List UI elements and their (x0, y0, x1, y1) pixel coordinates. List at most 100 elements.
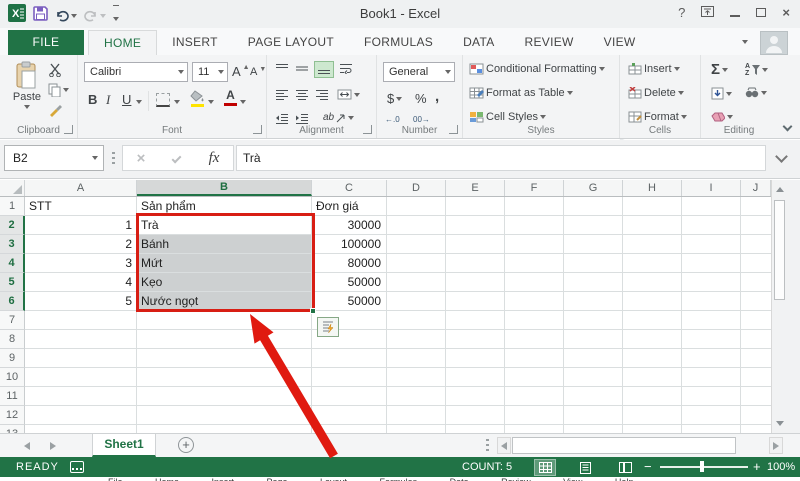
customize-qat-button[interactable] (113, 5, 119, 26)
tab-formulas[interactable]: FORMULAS (349, 30, 448, 55)
close-button[interactable]: × (782, 5, 790, 20)
zoom-slider-thumb[interactable] (700, 461, 704, 472)
cell-A13[interactable] (25, 425, 137, 433)
col-header-J[interactable]: J (741, 180, 771, 196)
format-painter-button[interactable] (48, 103, 62, 117)
scroll-left-button[interactable] (497, 437, 511, 454)
fill-handle[interactable] (310, 308, 316, 314)
increase-decimal-button[interactable]: ←.0 (385, 115, 400, 124)
format-as-table-button[interactable]: Format as Table (469, 87, 573, 99)
cell-A6[interactable]: 5 (25, 292, 137, 311)
insert-function-icon[interactable]: fx (209, 150, 220, 167)
cell-B12[interactable] (137, 406, 312, 425)
cell-styles-button[interactable]: Cell Styles (469, 111, 546, 123)
col-header-A[interactable]: A (25, 180, 137, 196)
fill-color-button[interactable] (190, 90, 204, 107)
new-sheet-button[interactable]: + (178, 437, 194, 453)
vertical-scrollbar[interactable] (771, 180, 787, 433)
empty-cells[interactable] (387, 273, 771, 292)
empty-cells[interactable] (387, 197, 771, 216)
empty-cells[interactable] (387, 330, 771, 349)
row-header-1[interactable]: 1 (0, 197, 25, 216)
tab-insert[interactable]: INSERT (157, 30, 233, 55)
cell-C4[interactable]: 80000 (312, 254, 387, 273)
zoom-level[interactable]: 100% (767, 457, 795, 477)
name-box[interactable]: B2 (4, 145, 104, 171)
cell-A8[interactable] (25, 330, 137, 349)
sheet-tab-sheet1[interactable]: Sheet1 (92, 434, 156, 457)
row-header-4[interactable]: 4 (0, 254, 25, 273)
cell-B9[interactable] (137, 349, 312, 368)
find-select-button[interactable] (745, 87, 767, 99)
conditional-formatting-button[interactable]: Conditional Formatting (469, 63, 605, 75)
row-header-6[interactable]: 6 (0, 292, 25, 311)
empty-cells[interactable] (387, 368, 771, 387)
borders-dropdown-icon[interactable] (174, 100, 180, 104)
scroll-right-button[interactable] (769, 437, 783, 454)
fill-button[interactable] (711, 87, 732, 100)
merge-center-button[interactable] (337, 89, 360, 100)
redo-button[interactable] (84, 9, 106, 22)
row-header-2[interactable]: 2 (0, 216, 25, 235)
currency-dropdown-icon[interactable] (396, 97, 402, 101)
col-header-H[interactable]: H (623, 180, 682, 196)
font-color-dropdown-icon[interactable] (240, 100, 246, 104)
number-dialog-launcher[interactable] (449, 125, 458, 134)
page-layout-view-button[interactable] (575, 460, 595, 475)
expand-formula-bar-icon[interactable] (775, 150, 788, 163)
maximize-button[interactable] (756, 8, 766, 17)
cell-B6-selected[interactable]: Nước ngọt (137, 292, 312, 311)
underline-dropdown-icon[interactable] (136, 100, 142, 104)
prev-sheet-icon[interactable] (24, 442, 30, 450)
cell-A1[interactable]: STT (25, 197, 137, 216)
row-header-12[interactable]: 12 (0, 406, 25, 425)
cell-B1[interactable]: Sản phẩm (137, 197, 312, 216)
shrink-font-button[interactable]: A▼ (250, 66, 266, 78)
paste-button[interactable]: Paste (8, 61, 46, 109)
tab-home[interactable]: HOME (88, 30, 157, 55)
horizontal-scrollbar-thumb[interactable] (512, 437, 736, 454)
cell-B13[interactable] (137, 425, 312, 433)
font-family-select[interactable]: Calibri (84, 62, 188, 82)
select-all-corner[interactable] (0, 180, 25, 196)
cell-B10[interactable] (137, 368, 312, 387)
cell-A12[interactable] (25, 406, 137, 425)
page-break-view-button[interactable] (615, 460, 635, 475)
italic-button[interactable]: I (106, 92, 110, 108)
normal-view-button[interactable] (535, 460, 555, 475)
scroll-up-icon[interactable] (776, 187, 784, 192)
comma-button[interactable]: , (435, 88, 439, 105)
align-right-button[interactable] (315, 89, 329, 100)
minimize-button[interactable] (730, 15, 740, 17)
col-header-F[interactable]: F (505, 180, 564, 196)
vertical-scrollbar-thumb[interactable] (774, 200, 785, 300)
row-header-5[interactable]: 5 (0, 273, 25, 292)
account-dropdown-icon[interactable] (742, 40, 748, 44)
excel-logo-icon[interactable]: X (8, 4, 26, 27)
row-header-13[interactable]: 13 (0, 425, 25, 433)
undo-button[interactable] (55, 9, 77, 22)
cell-C9[interactable] (312, 349, 387, 368)
zoom-in-button[interactable]: + (753, 457, 761, 477)
empty-cells[interactable] (387, 406, 771, 425)
row-header-8[interactable]: 8 (0, 330, 25, 349)
macro-record-icon[interactable] (70, 461, 84, 473)
cell-C2[interactable]: 30000 (312, 216, 387, 235)
cell-A4[interactable]: 3 (25, 254, 137, 273)
orientation-dropdown-icon[interactable] (348, 116, 354, 120)
font-color-button[interactable]: A (224, 89, 237, 106)
alignment-dialog-launcher[interactable] (363, 125, 372, 134)
cell-C11[interactable] (312, 387, 387, 406)
formula-input[interactable]: Trà (236, 145, 766, 171)
undo-dropdown-icon[interactable] (71, 14, 77, 18)
cell-A3[interactable]: 2 (25, 235, 137, 254)
empty-cells[interactable] (387, 311, 771, 330)
cell-B11[interactable] (137, 387, 312, 406)
cell-C10[interactable] (312, 368, 387, 387)
enter-icon[interactable] (172, 153, 182, 163)
cell-B4-selected[interactable]: Mứt (137, 254, 312, 273)
empty-cells[interactable] (387, 254, 771, 273)
cancel-icon[interactable]: × (137, 150, 146, 167)
font-size-select[interactable]: 11 (192, 62, 228, 82)
cell-A11[interactable] (25, 387, 137, 406)
